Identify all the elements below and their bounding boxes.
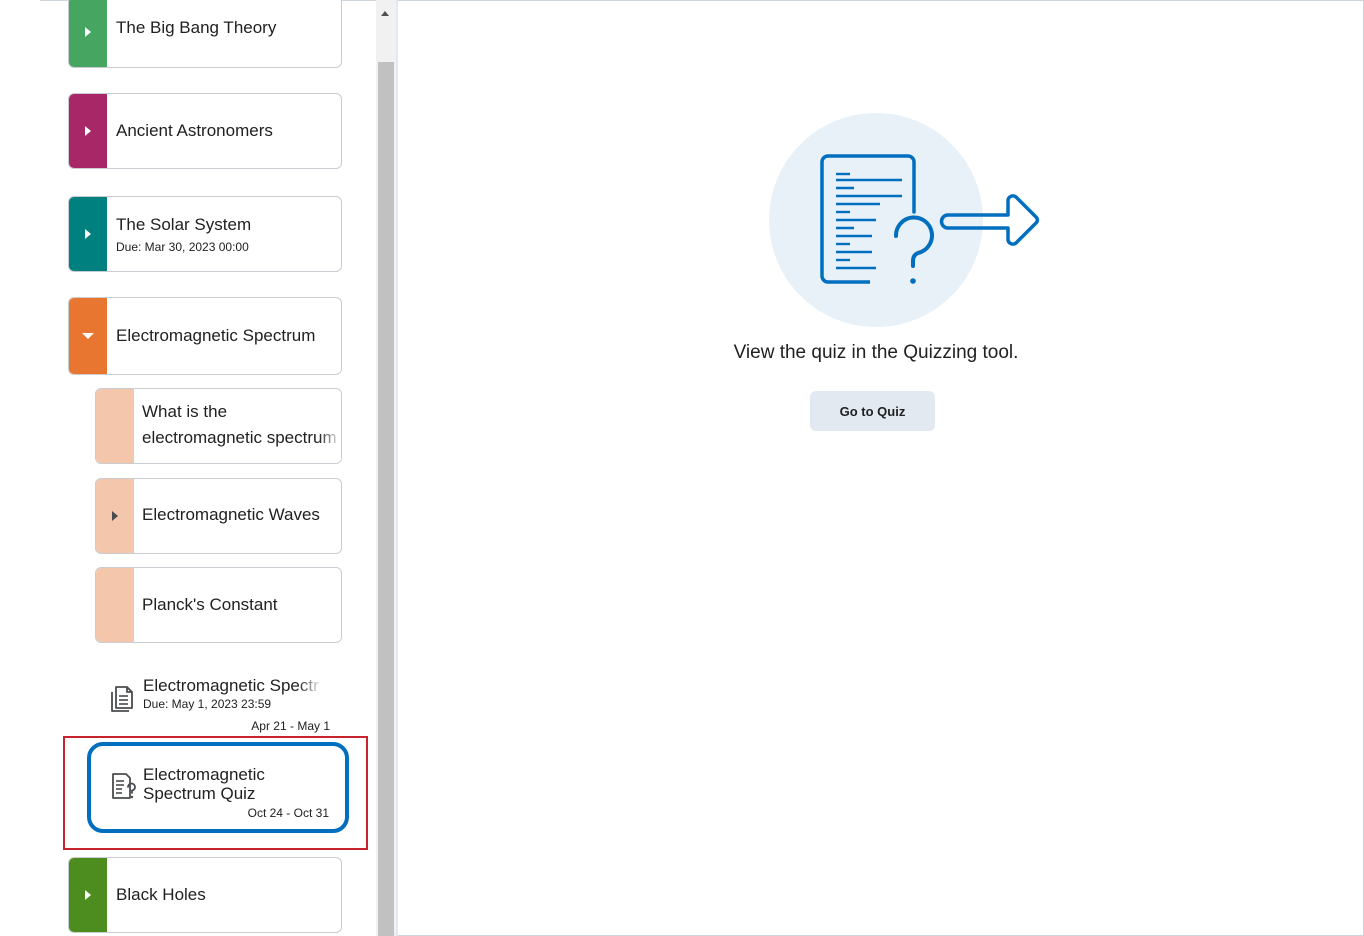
- quiz-message: View the quiz in the Quizzing tool.: [733, 342, 1019, 363]
- module-title: The Big Bang Theory: [116, 18, 277, 37]
- expand-arrow-icon: [112, 511, 118, 521]
- quiz-item-selected[interactable]: Electromagnetic Spectrum Quiz Oct 24 - O…: [87, 742, 349, 833]
- panel-divider: [396, 0, 398, 936]
- content-navigation-panel: The Big Bang Theory Ancient Astronomers …: [0, 0, 376, 936]
- assignment-item[interactable]: Electromagnetic Spectr Due: May 1, 2023 …: [100, 670, 340, 736]
- submodule-title-line1: What is the: [142, 402, 228, 421]
- nav-scrollbar[interactable]: [376, 0, 396, 936]
- module-title: Black Holes: [116, 885, 206, 904]
- assignment-document-icon: [111, 686, 133, 712]
- module-title: Ancient Astronomers: [116, 121, 273, 140]
- submodule-plancks-constant[interactable]: Planck's Constant: [95, 567, 342, 643]
- collapse-arrow-icon: [82, 333, 94, 339]
- submodule-title: Electromagnetic Waves: [142, 505, 320, 524]
- submodule-color-stripe: [96, 389, 134, 463]
- submodule-color-stripe: [96, 568, 134, 642]
- module-color-stripe[interactable]: [69, 197, 107, 271]
- module-title: The Solar System: [116, 215, 252, 234]
- module-title: Electromagnetic Spectrum: [116, 326, 316, 345]
- assignment-date-range: Apr 21 - May 1: [251, 719, 330, 733]
- module-due-date: Due: Mar 30, 2023 00:00: [116, 240, 249, 254]
- submodule-what-is-em-spectrum[interactable]: What is the electromagnetic spectrum: [95, 388, 342, 464]
- module-color-stripe[interactable]: [69, 94, 107, 168]
- go-to-quiz-button[interactable]: Go to Quiz: [810, 391, 935, 431]
- scroll-up-arrow-icon[interactable]: [381, 11, 389, 16]
- expand-arrow-icon: [85, 890, 91, 900]
- submodule-electromagnetic-waves[interactable]: Electromagnetic Waves: [95, 478, 342, 554]
- module-ancient-astronomers[interactable]: Ancient Astronomers: [68, 93, 342, 169]
- quiz-title-line1: Electromagnetic: [143, 765, 265, 784]
- module-big-bang-theory[interactable]: The Big Bang Theory: [68, 0, 342, 68]
- module-color-stripe[interactable]: [69, 298, 107, 374]
- quiz-icon: [112, 773, 136, 799]
- module-solar-system[interactable]: The Solar System Due: Mar 30, 2023 00:00: [68, 196, 342, 272]
- module-color-stripe[interactable]: [69, 858, 107, 932]
- module-black-holes[interactable]: Black Holes: [68, 857, 342, 933]
- submodule-title-line2: electromagnetic spectrum: [142, 428, 337, 447]
- quiz-date-range: Oct 24 - Oct 31: [247, 806, 329, 820]
- module-electromagnetic-spectrum[interactable]: Electromagnetic Spectrum: [68, 297, 342, 375]
- submodule-title: Planck's Constant: [142, 595, 278, 614]
- expand-arrow-icon: [85, 27, 91, 37]
- expand-arrow-icon: [85, 229, 91, 239]
- assignment-title: Electromagnetic Spectr: [143, 676, 319, 695]
- module-color-stripe[interactable]: [69, 0, 107, 67]
- expand-arrow-icon: [85, 126, 91, 136]
- scroll-thumb[interactable]: [378, 62, 394, 936]
- submodule-color-stripe[interactable]: [96, 479, 134, 553]
- assignment-due-date: Due: May 1, 2023 23:59: [143, 697, 272, 711]
- quiz-document-arrow-icon: [820, 154, 1040, 284]
- quiz-title-line2: Spectrum Quiz: [143, 784, 256, 803]
